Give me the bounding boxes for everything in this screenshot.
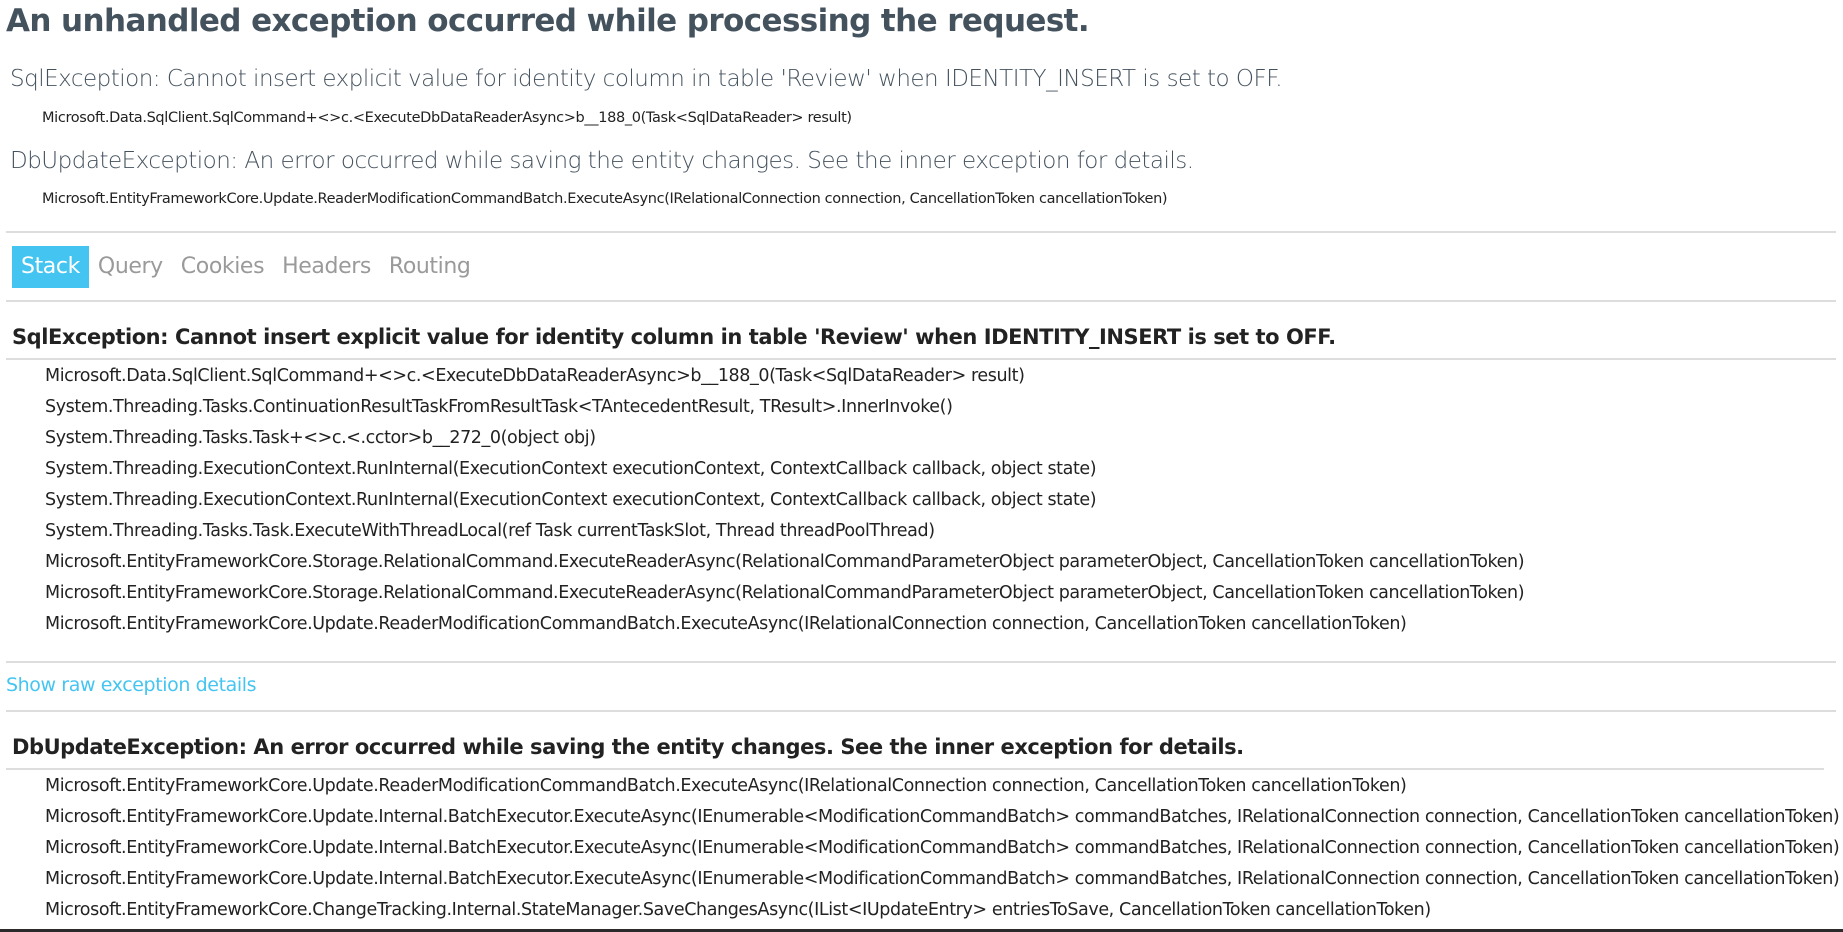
stack-frame[interactable]: System.Threading.ExecutionContext.RunInt… [45, 457, 1097, 481]
stack-frame[interactable]: Microsoft.EntityFrameworkCore.Update.Rea… [45, 774, 1407, 798]
summary-exception-message: SqlException: Cannot insert explicit val… [10, 66, 1283, 92]
divider [6, 768, 1824, 770]
summary-exception-frame: Microsoft.Data.SqlClient.SqlCommand+<>c.… [42, 110, 852, 126]
page-title: An unhandled exception occurred while pr… [6, 3, 1090, 39]
stack-frame[interactable]: Microsoft.EntityFrameworkCore.Update.Int… [45, 867, 1840, 891]
tab-query[interactable]: Query [89, 246, 172, 288]
divider [6, 358, 1836, 360]
summary-exception-frame: Microsoft.EntityFrameworkCore.Update.Rea… [42, 191, 1168, 207]
stack-frame[interactable]: System.Threading.Tasks.ContinuationResul… [45, 395, 953, 419]
stack-frame[interactable]: Microsoft.EntityFrameworkCore.ChangeTrac… [45, 898, 1431, 922]
stack-frame[interactable]: Microsoft.EntityFrameworkCore.Storage.Re… [45, 550, 1525, 574]
tab-bar: Stack Query Cookies Headers Routing [12, 246, 479, 288]
stack-frame[interactable]: Microsoft.EntityFrameworkCore.Update.Int… [45, 805, 1840, 829]
stack-frame[interactable]: Microsoft.Data.SqlClient.SqlCommand+<>c.… [45, 364, 1025, 388]
divider [6, 661, 1836, 663]
stack-frame[interactable]: Microsoft.EntityFrameworkCore.Storage.Re… [45, 581, 1525, 605]
tab-headers[interactable]: Headers [273, 246, 380, 288]
divider [6, 710, 1836, 712]
summary-exception-message: DbUpdateException: An error occurred whi… [10, 148, 1194, 174]
exception-heading: SqlException: Cannot insert explicit val… [12, 325, 1336, 349]
stack-frame[interactable]: System.Threading.ExecutionContext.RunInt… [45, 488, 1097, 512]
show-raw-exception-details-link[interactable]: Show raw exception details [6, 672, 257, 698]
tab-stack[interactable]: Stack [12, 246, 89, 288]
stack-frame[interactable]: Microsoft.EntityFrameworkCore.Update.Rea… [45, 612, 1407, 636]
divider [6, 300, 1836, 302]
divider [6, 231, 1836, 233]
stack-frame[interactable]: System.Threading.Tasks.Task.ExecuteWithT… [45, 519, 935, 543]
tab-cookies[interactable]: Cookies [172, 246, 273, 288]
stack-frame[interactable]: System.Threading.Tasks.Task+<>c.<.cctor>… [45, 426, 596, 450]
stack-frame[interactable]: Microsoft.EntityFrameworkCore.Update.Int… [45, 836, 1840, 860]
tab-routing[interactable]: Routing [380, 246, 480, 288]
exception-heading: DbUpdateException: An error occurred whi… [12, 735, 1244, 759]
